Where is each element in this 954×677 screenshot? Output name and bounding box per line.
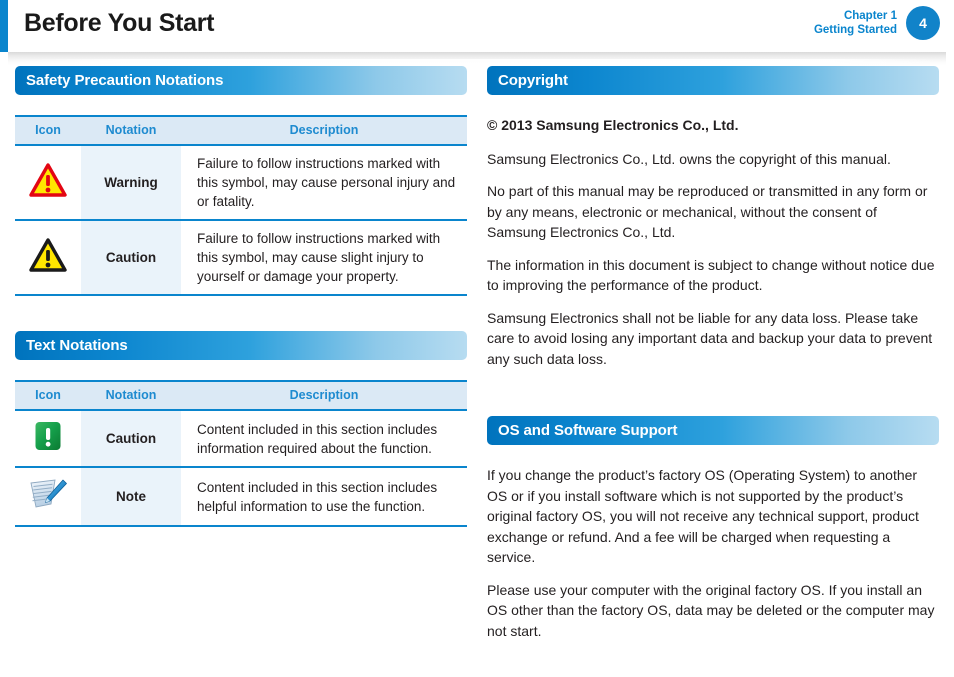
chapter-name-label: Getting Started bbox=[813, 24, 897, 36]
copyright-paragraph: Samsung Electronics shall not be liable … bbox=[487, 309, 933, 367]
cell-icon bbox=[15, 466, 81, 526]
section-title-label: Text Notations bbox=[26, 337, 128, 354]
column-header-description: Description bbox=[181, 116, 467, 146]
os-support-paragraph: Please use your computer with the origin… bbox=[487, 581, 935, 639]
cell-notation: Warning bbox=[81, 145, 181, 220]
caution-triangle-black-icon bbox=[29, 238, 67, 272]
copyright-paragraph: The information in this document is subj… bbox=[487, 256, 935, 294]
header-shadow bbox=[8, 52, 946, 65]
section-header-copyright: Copyright bbox=[487, 66, 939, 95]
copyright-line: © 2013 Samsung Electronics Co., Ltd. bbox=[487, 117, 739, 133]
cell-notation: Caution bbox=[81, 410, 181, 467]
page-title: Before You Start bbox=[24, 9, 215, 37]
note-paper-pen-icon bbox=[27, 477, 69, 511]
copyright-paragraph: No part of this manual may be reproduced… bbox=[487, 183, 928, 240]
section-title-label: Copyright bbox=[498, 72, 568, 89]
cell-icon bbox=[15, 145, 81, 220]
page-number-badge: 4 bbox=[906, 6, 940, 40]
table-row: Caution Failure to follow instructions m… bbox=[15, 219, 467, 295]
column-header-description: Description bbox=[181, 381, 467, 411]
copyright-paragraph: Samsung Electronics Co., Ltd. owns the c… bbox=[487, 150, 891, 167]
cell-icon bbox=[15, 410, 81, 467]
table-header-row: Icon Notation Description bbox=[15, 116, 467, 146]
cell-notation: Note bbox=[81, 466, 181, 526]
left-column: Safety Precaution Notations Icon Notatio… bbox=[15, 66, 467, 527]
table-row: Caution Content included in this section… bbox=[15, 410, 467, 467]
header-chapter-group: Chapter 1 Getting Started 4 bbox=[814, 6, 940, 40]
section-header-text-notations: Text Notations bbox=[15, 331, 467, 360]
cell-description: Content included in this section include… bbox=[181, 410, 467, 467]
table-row: Warning Failure to follow instructions m… bbox=[15, 145, 467, 220]
column-header-notation: Notation bbox=[81, 116, 181, 146]
column-header-icon: Icon bbox=[15, 116, 81, 146]
right-column: Copyright © 2013 Samsung Electronics Co.… bbox=[487, 66, 939, 653]
cell-description: Content included in this section include… bbox=[181, 466, 467, 526]
safety-notations-table: Icon Notation Description Warning Failur… bbox=[15, 115, 467, 296]
column-header-icon: Icon bbox=[15, 381, 81, 411]
section-header-safety-precaution-notations: Safety Precaution Notations bbox=[15, 66, 467, 95]
header-accent-bar bbox=[0, 0, 8, 52]
text-notations-table: Icon Notation Description Caution Conten… bbox=[15, 380, 467, 527]
table-row: Note Content included in this section in… bbox=[15, 466, 467, 526]
table-header-row: Icon Notation Description bbox=[15, 381, 467, 411]
cell-notation: Caution bbox=[81, 219, 181, 295]
cell-icon bbox=[15, 219, 81, 295]
os-support-paragraph: If you change the product’s factory OS (… bbox=[487, 467, 919, 565]
section-header-os-and-software-support: OS and Software Support bbox=[487, 416, 939, 445]
caution-green-exclamation-icon bbox=[33, 420, 63, 452]
section-title-label: OS and Software Support bbox=[498, 422, 678, 439]
chapter-block: Chapter 1 Getting Started bbox=[814, 9, 897, 37]
page-header: Before You Start Chapter 1 Getting Start… bbox=[0, 0, 954, 52]
chapter-number-label: Chapter 1 bbox=[843, 10, 897, 22]
warning-triangle-red-icon bbox=[29, 163, 67, 197]
cell-description: Failure to follow instructions marked wi… bbox=[181, 145, 467, 220]
cell-description: Failure to follow instructions marked wi… bbox=[181, 219, 467, 295]
section-title-label: Safety Precaution Notations bbox=[26, 72, 224, 89]
column-header-notation: Notation bbox=[81, 381, 181, 411]
